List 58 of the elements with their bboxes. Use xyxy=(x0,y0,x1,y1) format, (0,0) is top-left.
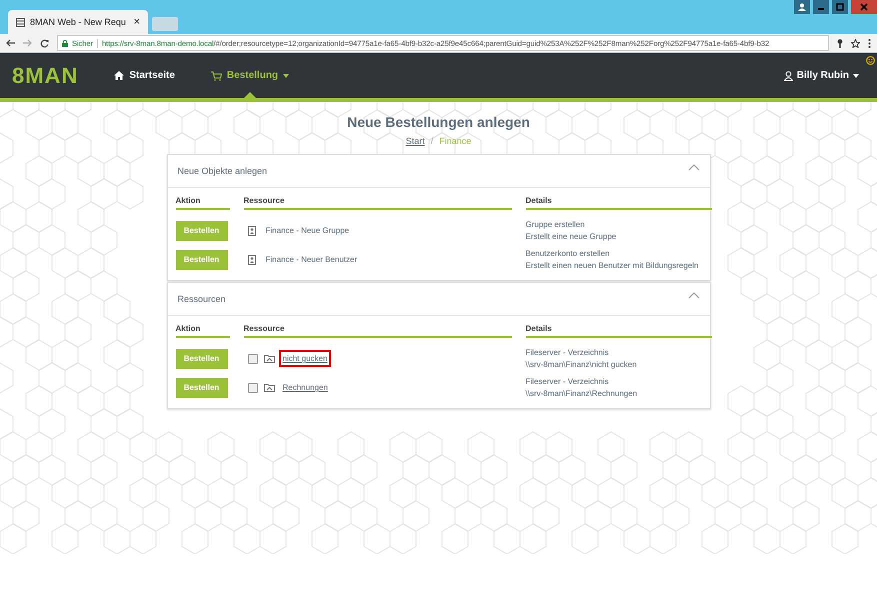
reload-icon[interactable] xyxy=(40,38,49,48)
column-header: Ressource xyxy=(244,324,512,338)
forward-icon[interactable] xyxy=(23,39,32,47)
user-icon[interactable] xyxy=(794,0,810,14)
close-icon xyxy=(860,3,868,11)
nav-item[interactable]: Startseite xyxy=(108,53,181,98)
checkbox[interactable] xyxy=(248,354,258,364)
detail-text: Gruppe erstellen xyxy=(526,220,586,229)
user-icon xyxy=(784,70,793,80)
folder-icon xyxy=(264,383,274,392)
user-card-icon xyxy=(248,226,256,236)
column-header: Aktion xyxy=(176,324,230,338)
detail-text: Erstellt einen neuen Benutzer mit Bildungsregeln xyxy=(526,261,700,270)
resource-name: Finance - Neue Gruppe xyxy=(266,226,350,235)
resource-link[interactable]: nicht gucken xyxy=(280,352,330,365)
close-button[interactable] xyxy=(851,0,877,14)
logo[interactable]: 8MAN xyxy=(12,62,78,88)
checkbox[interactable] xyxy=(248,382,258,392)
maximize-icon xyxy=(836,3,844,11)
detail-text: Fileserver - Verzeichnis xyxy=(526,377,610,386)
column-header: Ressource xyxy=(244,196,512,210)
page-title: Neue Bestellungen anlegen xyxy=(347,114,530,130)
detail-text: \\srv-8man\Finanz\Rechnungen xyxy=(526,389,638,398)
collapse-icon[interactable] xyxy=(688,292,700,299)
column-header: Details xyxy=(526,196,712,210)
folder-icon xyxy=(264,354,274,363)
resource-name: Finance - Neuer Benutzer xyxy=(266,255,358,264)
breadcrumb-link[interactable]: Start xyxy=(406,136,425,146)
cart-icon xyxy=(210,70,222,80)
back-icon[interactable] xyxy=(6,39,15,47)
nav-item[interactable]: Bestellung xyxy=(204,53,296,98)
panel-title: Neue Objekte anlegen xyxy=(178,166,268,176)
detail-text: \\srv-8man\Finanz\nicht gucken xyxy=(526,360,638,369)
page-icon xyxy=(16,18,25,26)
panel-title: Ressourcen xyxy=(178,294,226,304)
star-icon[interactable] xyxy=(851,38,860,48)
resource-link[interactable]: Rechnungen xyxy=(280,381,330,394)
browser-tab[interactable]: 8MAN Web - New Requ × xyxy=(8,10,148,34)
lock-icon xyxy=(62,40,68,46)
detail-text: Fileserver - Verzeichnis xyxy=(526,348,610,357)
breadcrumb-current: Finance xyxy=(439,136,472,146)
close-icon[interactable]: × xyxy=(134,16,140,28)
collapse-icon[interactable] xyxy=(688,164,700,171)
tab-title: 8MAN Web - New Requ xyxy=(30,17,126,27)
user-card-icon xyxy=(248,254,256,264)
key-icon[interactable] xyxy=(837,38,843,48)
home-icon xyxy=(114,71,124,80)
column-header: Details xyxy=(526,324,712,338)
maximize-button[interactable] xyxy=(832,0,848,14)
minimize-button[interactable] xyxy=(813,0,829,14)
user-menu[interactable]: Billy Rubin xyxy=(778,69,865,82)
column-header: Aktion xyxy=(176,196,230,210)
breadcrumb-separator: / xyxy=(430,136,434,146)
smiley-icon xyxy=(866,56,875,65)
caret-icon xyxy=(853,74,859,78)
detail-text: Erstellt eine neue Gruppe xyxy=(526,232,618,241)
detail-text: Benutzerkonto erstellen xyxy=(526,249,611,258)
menu-icon[interactable] xyxy=(868,38,871,48)
